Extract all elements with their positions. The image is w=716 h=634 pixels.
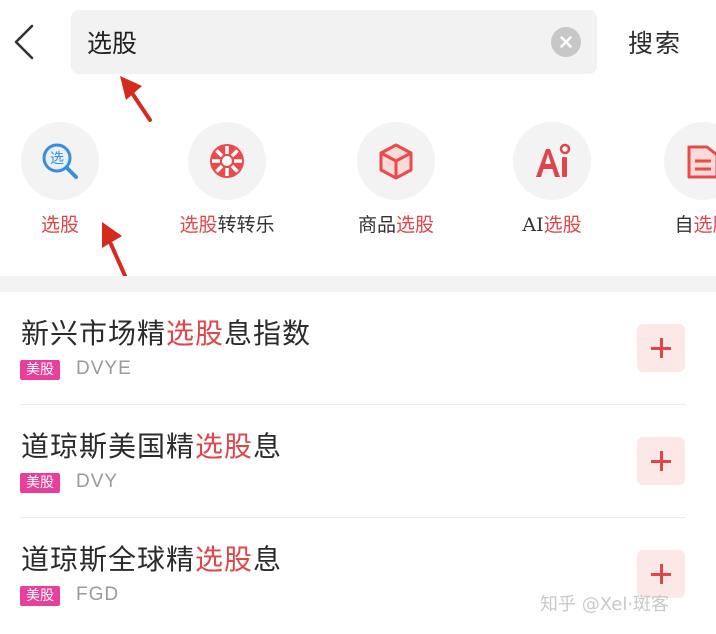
feature-icon-bg — [513, 122, 591, 200]
back-button[interactable] — [6, 20, 46, 64]
feature-label-part: AI — [522, 214, 544, 236]
stock-picker-search-icon: 选 — [42, 143, 78, 179]
add-to-watchlist-button[interactable] — [637, 437, 685, 485]
search-box[interactable] — [71, 10, 597, 74]
result-title-part: 道琼斯美国精 — [21, 430, 196, 463]
result-title-highlight: 选股 — [166, 317, 225, 350]
result-title-part: 息 — [253, 543, 283, 576]
result-title-part: 新兴市场精 — [21, 317, 167, 350]
feature-label-part: 选股 — [396, 214, 435, 236]
market-badge: 美股 — [20, 586, 60, 606]
feature-label-part: 商品 — [357, 214, 396, 236]
result-title-part: 道琼斯全球精 — [21, 543, 196, 576]
feature-label-part: 选股 — [693, 214, 716, 236]
feature-label-part: 自 — [674, 214, 694, 236]
search-button[interactable]: 搜索 — [628, 24, 682, 60]
feature-icon-bg — [188, 122, 266, 200]
feature-label-part: 选股 — [179, 214, 218, 236]
add-to-watchlist-button[interactable] — [637, 324, 685, 372]
result-title-highlight: 选股 — [195, 430, 254, 463]
feature-stock-picker[interactable]: 选 选股 — [0, 118, 140, 248]
wheel-icon — [210, 144, 244, 178]
feature-stock-wheel[interactable]: 选股转转乐 — [147, 118, 307, 248]
box-icon — [379, 143, 413, 180]
ai-icon — [536, 143, 571, 177]
feature-label: 自选股 — [623, 210, 716, 237]
ticker-symbol: DVY — [76, 471, 119, 492]
feature-label: 商品选股 — [316, 210, 476, 237]
market-badge: 美股 — [20, 473, 60, 493]
feature-icon-bg: 选 — [21, 122, 99, 200]
watermark: 知乎 @Xel·斑客 — [540, 594, 670, 615]
folder-icon — [687, 145, 716, 179]
result-title-part: 息 — [253, 430, 283, 463]
result-title: 道琼斯美国精选股息 — [21, 425, 282, 465]
feature-icon-bg — [664, 122, 716, 200]
svg-text:选: 选 — [50, 151, 64, 167]
search-input[interactable] — [87, 24, 527, 60]
chevron-left-icon — [14, 24, 34, 60]
feature-label-part: 选股 — [40, 214, 79, 236]
market-badge: 美股 — [20, 360, 60, 380]
result-title-highlight: 选股 — [195, 543, 254, 576]
clear-search-button[interactable] — [551, 27, 581, 57]
feature-commodity-stock[interactable]: 商品选股 — [316, 118, 476, 248]
result-row[interactable]: 道琼斯美国精选股息 美股 DVY — [0, 405, 716, 518]
ticker-symbol: FGD — [76, 584, 120, 605]
feature-label-part: 转转乐 — [217, 214, 275, 236]
result-title: 道琼斯全球精选股息 — [21, 538, 282, 578]
feature-label-part: 选股 — [543, 214, 582, 236]
feature-label: AI选股 — [472, 210, 632, 237]
feature-shortcuts: 选 选股 选股转转乐 商品选股 AI选股 自选 — [0, 118, 716, 248]
result-title-part: 息指数 — [224, 317, 312, 350]
ticker-symbol: DVYE — [76, 358, 132, 379]
feature-icon-bg — [357, 122, 435, 200]
feature-self-selected[interactable]: 自选股 — [623, 118, 716, 248]
feature-label: 选股转转乐 — [147, 210, 307, 237]
feature-label: 选股 — [0, 210, 140, 237]
close-icon — [560, 36, 572, 48]
result-row[interactable]: 新兴市场精选股息指数 美股 DVYE — [0, 292, 716, 405]
search-header: 搜索 — [0, 0, 716, 90]
feature-ai-stock[interactable]: AI选股 — [472, 118, 632, 248]
section-divider — [0, 276, 716, 292]
result-title: 新兴市场精选股息指数 — [21, 312, 311, 352]
